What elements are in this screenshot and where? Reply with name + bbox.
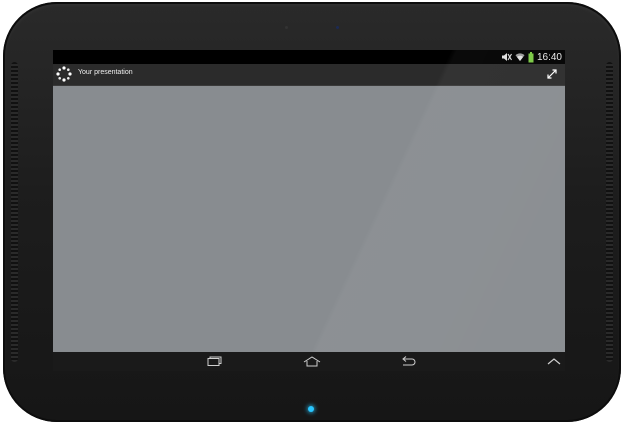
notification-led (308, 406, 314, 412)
mute-icon (501, 52, 512, 62)
fullscreen-expand-icon[interactable] (545, 67, 559, 81)
front-sensor (285, 26, 288, 29)
action-bar: Your presentation (53, 64, 565, 86)
status-icons: 16:40 (501, 51, 562, 63)
presentation-content-area[interactable] (53, 50, 565, 371)
battery-icon (528, 51, 534, 63)
right-speaker-grille (606, 62, 613, 362)
page-title: Your presentation (78, 69, 133, 76)
app-logo-icon[interactable] (56, 66, 72, 82)
home-icon[interactable] (302, 355, 322, 368)
front-camera (336, 26, 339, 29)
tablet-screen: 16:40 Your presentation (53, 50, 565, 371)
screen-glare (193, 50, 565, 371)
status-time: 16:40 (536, 51, 562, 63)
left-speaker-grille (11, 62, 18, 362)
back-icon[interactable] (398, 355, 418, 368)
wifi-icon (515, 52, 525, 62)
navigation-bar (53, 352, 565, 371)
chevron-up-icon[interactable] (547, 355, 565, 368)
recent-apps-icon[interactable] (204, 355, 224, 368)
status-bar: 16:40 (53, 50, 565, 64)
